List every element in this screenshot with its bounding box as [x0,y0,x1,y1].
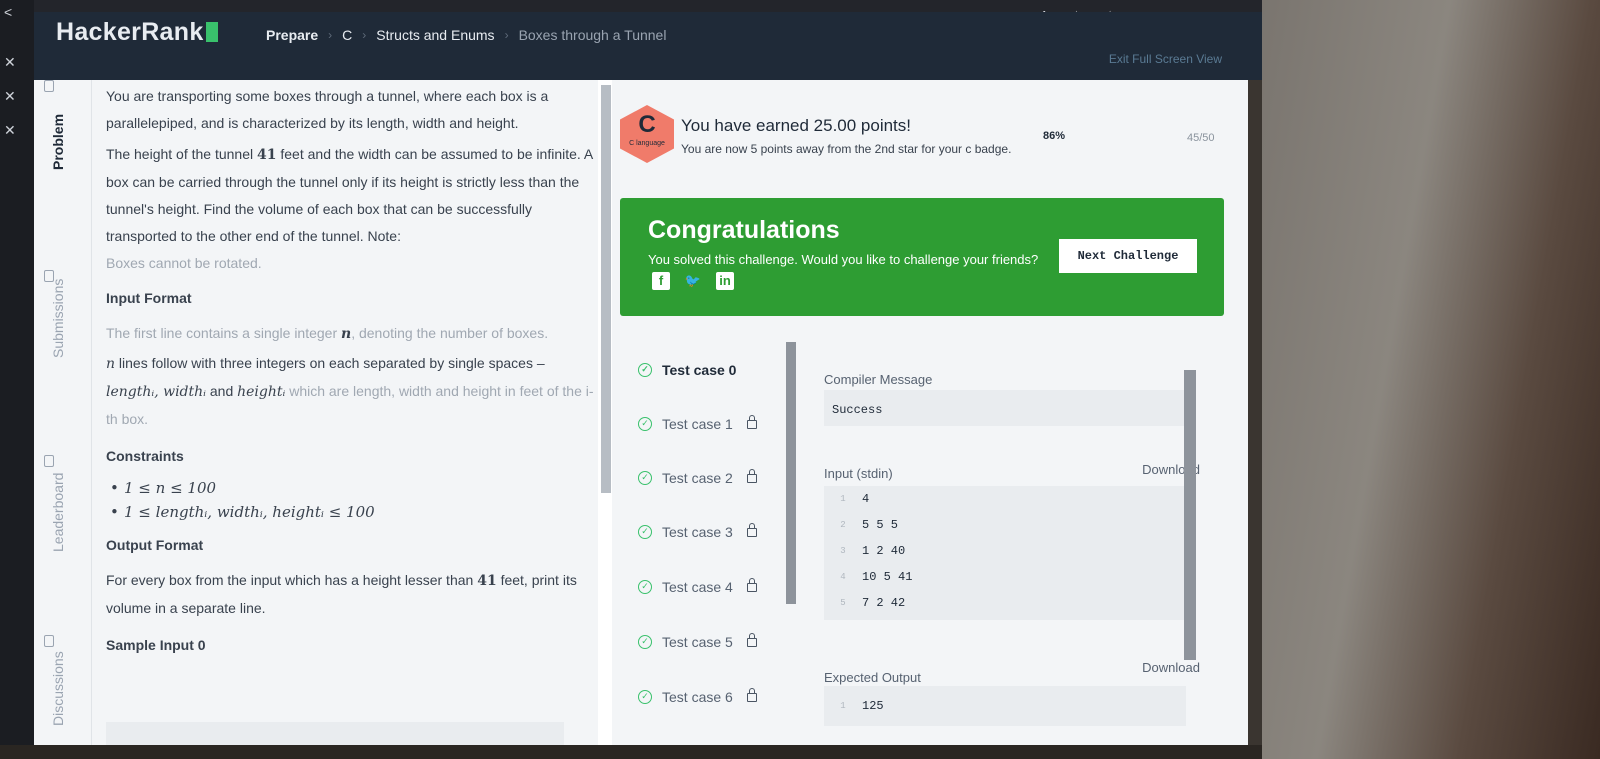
share-buttons: f 🐦 in [652,272,734,290]
breadcrumb-prepare[interactable]: Prepare [266,27,318,43]
problem-scrollbar[interactable] [598,80,612,745]
constraints-heading: Constraints [106,448,184,464]
code-line: 57 2 42 [840,596,906,610]
output-text: For every box from the input which has a… [106,572,577,616]
input-text-1: The first line contains a single integer… [106,325,549,342]
compiler-message-value: Success [832,403,883,417]
output-scrollbar[interactable] [1184,370,1196,660]
sample-input-box [106,722,564,745]
check-circle-icon: ✓ [638,471,652,485]
badge-progress: C C language You have earned 25.00 point… [620,100,1220,190]
photo-bottom-edge [0,745,1262,759]
exit-fullscreen-link[interactable]: Exit Full Screen View [1109,52,1222,66]
photo-background [1262,0,1600,759]
back-icon: < [4,4,13,20]
discussions-icon [44,635,54,647]
tab-leaderboard[interactable]: Leaderboard [50,473,66,552]
test-case-item[interactable]: ✓ Test case 0 [620,358,790,382]
note-text: Boxes cannot be rotated. [106,255,262,271]
check-circle-icon: ✓ [638,580,652,594]
test-case-item[interactable]: ✓ Test case 6 [620,685,790,709]
top-nav: HackerRank Prepare › C › Structs and Enu… [34,12,1262,80]
linkedin-icon[interactable]: in [716,272,734,290]
facebook-icon[interactable]: f [652,272,670,290]
constraint-item: 1 ≤ n ≤ 100 [106,476,598,500]
close-icon: ✕ [4,122,16,138]
twitter-icon[interactable]: 🐦 [684,272,702,290]
breadcrumb-c[interactable]: C [342,27,352,43]
chevron-right-icon: › [328,28,333,42]
code-line: 1 125 [840,699,884,713]
side-tabs: Problem Submissions Leaderboard Discussi… [34,80,92,745]
lock-icon [746,414,757,429]
next-challenge-button[interactable]: Next Challenge [1059,239,1197,273]
scroll-thumb[interactable] [601,85,611,493]
test-case-item[interactable]: ✓ Test case 1 [620,412,790,436]
input-label: Input (stdin) [824,466,893,481]
expected-output-label: Expected Output [824,670,921,685]
check-circle-icon: ✓ [638,525,652,539]
photo-left-edge: < ✕ ✕ ✕ [0,0,34,759]
c-badge-icon: C C language [620,105,674,163]
close-icon: ✕ [4,88,16,104]
breadcrumb: Prepare › C › Structs and Enums › Boxes … [266,27,666,43]
compiler-message-box: Success [824,390,1186,426]
compiler-message-label: Compiler Message [824,372,933,387]
points-earned: You have earned 25.00 points! [681,116,912,135]
leaderboard-icon [44,455,54,467]
lock-icon [746,577,757,592]
problem-icon [44,80,54,92]
progress-percent: 86% [1043,130,1066,142]
test-case-item[interactable]: ✓ Test case 5 [620,630,790,654]
congrats-title: Congratulations [648,216,840,244]
tests-scrollbar[interactable] [786,342,796,604]
intro-text: You are transporting some boxes through … [106,88,549,131]
hackerrank-logo[interactable]: HackerRank [56,18,218,47]
breadcrumb-structs[interactable]: Structs and Enums [376,27,494,43]
tab-discussions[interactable]: Discussions [50,651,66,726]
constraint-item: 1 ≤ lengthᵢ, widthᵢ, heightᵢ ≤ 100 [106,500,598,524]
tunnel-text: The height of the tunnel 41 feet and the… [106,146,593,244]
problem-statement: You are transporting some boxes through … [106,80,598,745]
code-line: 25 5 5 [840,518,899,532]
congratulations-banner: Congratulations You solved this challeng… [620,198,1224,316]
test-case-item[interactable]: ✓ Test case 4 [620,575,790,599]
lock-icon [746,632,757,647]
chevron-right-icon: › [504,28,509,42]
tab-submissions[interactable]: Submissions [50,279,66,358]
check-circle-icon: ✓ [638,635,652,649]
lock-icon [746,687,757,702]
progress-count: 45/50 [1187,132,1215,144]
sample-input-heading: Sample Input 0 [106,637,206,653]
code-line: 14 [840,492,870,506]
constraints-list: 1 ≤ n ≤ 100 1 ≤ lengthᵢ, widthᵢ, heightᵢ… [106,476,598,524]
code-line: 4 10 5 41 [840,570,913,584]
breadcrumb-current: Boxes through a Tunnel [518,27,667,43]
congrats-message: You solved this challenge. Would you lik… [648,252,1039,267]
input-format-heading: Input Format [106,290,192,306]
challenge-page: Problem Submissions Leaderboard Discussi… [34,80,1248,745]
input-text-2: n lines follow with three integers on ea… [106,355,594,427]
test-case-item[interactable]: ✓ Test case 2 [620,466,790,490]
check-circle-icon: ✓ [638,690,652,704]
test-output-panel: Compiler Message Success Input (stdin) D… [806,342,1200,745]
expected-output-box: 1 125 [824,686,1186,726]
lock-icon [746,522,757,537]
check-circle-icon: ✓ [638,417,652,431]
test-case-list: ✓ Test case 0 ✓ Test case 1 ✓ Test case 2 ✓… [620,342,790,745]
chevron-right-icon: › [362,28,367,42]
close-icon: ✕ [4,54,16,70]
download-output-link[interactable]: Download [1142,660,1200,675]
output-format-heading: Output Format [106,537,204,553]
code-line: 31 2 40 [840,544,906,558]
tab-problem[interactable]: Problem [50,114,66,170]
points-away: You are now 5 points away from the 2nd s… [681,142,1012,156]
check-circle-icon: ✓ [638,363,652,377]
test-case-item[interactable]: ✓ Test case 3 [620,520,790,544]
input-box: 14 25 5 5 31 2 40 4 10 5 41 57 2 42 [824,486,1186,620]
lock-icon [746,468,757,483]
